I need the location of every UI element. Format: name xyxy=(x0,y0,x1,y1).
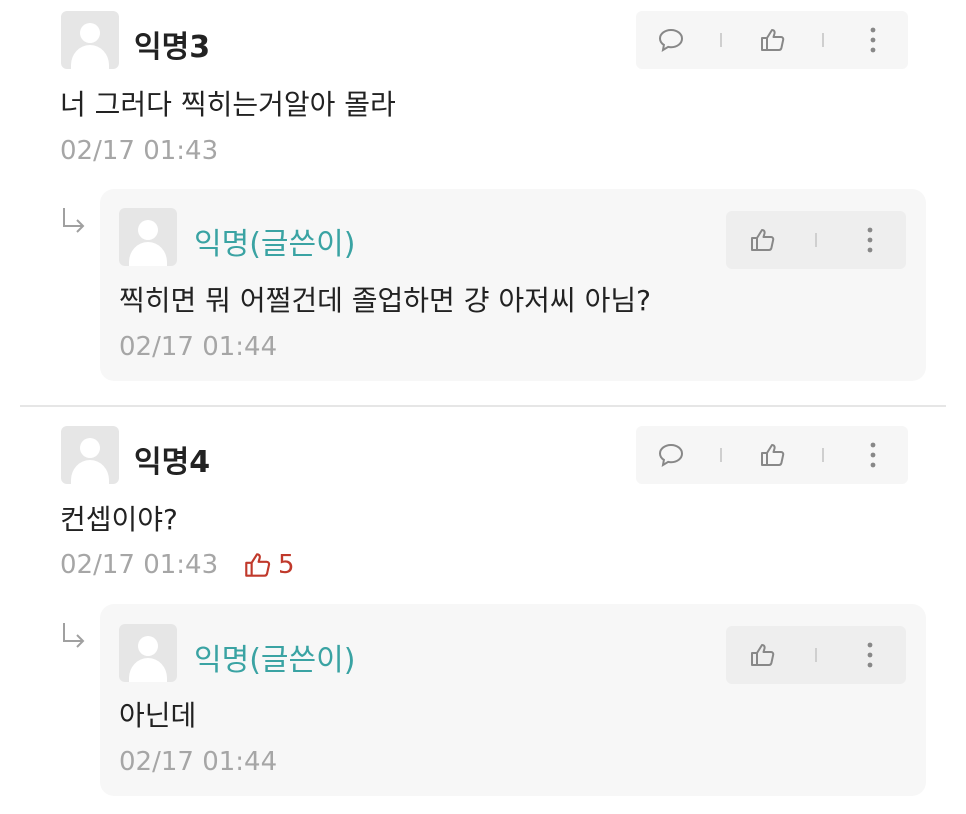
separator xyxy=(720,448,723,462)
vertical-ellipsis-icon xyxy=(867,642,873,668)
separator xyxy=(821,33,824,47)
separator xyxy=(814,648,817,662)
vertical-ellipsis-icon xyxy=(870,27,876,53)
thumbs-up-icon xyxy=(751,229,775,251)
speech-bubble-icon xyxy=(658,443,683,468)
reply-text: 아닌데 xyxy=(119,699,197,732)
reply-item: 익명(글쓴이) 찍히면 뭐 어쩔건데 졸업하면 걍 아저씨 아님? 02/17 … xyxy=(100,189,926,381)
comment-actions xyxy=(636,11,908,69)
reply-date: 02/17 01:44 xyxy=(119,332,278,362)
comment-date: 02/17 01:43 xyxy=(60,136,219,166)
reply-date: 02/17 01:44 xyxy=(119,747,278,777)
like-count-value: 5 xyxy=(278,550,295,580)
reply-item: 익명(글쓴이) 아닌데 02/17 01:44 xyxy=(100,604,926,796)
reply-author: 익명(글쓴이) xyxy=(194,227,356,262)
vertical-ellipsis-icon xyxy=(870,442,876,468)
reply-author: 익명(글쓴이) xyxy=(194,643,356,678)
speech-bubble-icon xyxy=(658,28,683,53)
avatar xyxy=(61,426,119,484)
thumbs-up-icon xyxy=(760,29,785,51)
like-button[interactable] xyxy=(752,435,792,475)
comment-author: 익명3 xyxy=(134,30,211,65)
comment-text: 컨셉이야? xyxy=(60,503,178,536)
thumbs-up-icon xyxy=(245,553,271,577)
vertical-ellipsis-icon xyxy=(867,227,873,253)
separator xyxy=(821,448,824,462)
separator xyxy=(814,233,817,247)
divider xyxy=(20,405,946,407)
reply-actions xyxy=(726,211,906,269)
like-button[interactable] xyxy=(742,220,782,260)
more-button[interactable] xyxy=(850,220,890,260)
like-button[interactable] xyxy=(742,635,782,675)
comment-item: 익명3 너 그러다 찍히는거알아 몰라 02/17 01:43 익명(글쓴이) xyxy=(0,0,966,400)
comment-author: 익명4 xyxy=(134,445,211,480)
like-count: 5 xyxy=(242,550,295,580)
thumbs-up-icon xyxy=(760,444,785,466)
reply-arrow-icon xyxy=(63,623,85,648)
reply-text: 찍히면 뭐 어쩔건데 졸업하면 걍 아저씨 아님? xyxy=(119,284,651,317)
comment-text: 너 그러다 찍히는거알아 몰라 xyxy=(60,88,396,121)
comment-actions xyxy=(636,426,908,484)
reply-actions xyxy=(726,626,906,684)
avatar xyxy=(119,208,177,266)
reply-comment-button[interactable] xyxy=(651,435,691,475)
comment-item: 익명4 컨셉이야? 02/17 01:43 5 익명(글쓴이) 아닌데 02/1… xyxy=(0,412,966,812)
more-button[interactable] xyxy=(850,635,890,675)
avatar xyxy=(61,11,119,69)
separator xyxy=(720,33,723,47)
reply-comment-button[interactable] xyxy=(651,20,691,60)
thumbs-up-icon xyxy=(751,644,775,666)
more-button[interactable] xyxy=(853,20,893,60)
more-button[interactable] xyxy=(853,435,893,475)
reply-arrow-icon xyxy=(63,208,85,233)
like-button[interactable] xyxy=(752,20,792,60)
avatar xyxy=(119,624,177,682)
comment-date: 02/17 01:43 xyxy=(60,550,219,580)
